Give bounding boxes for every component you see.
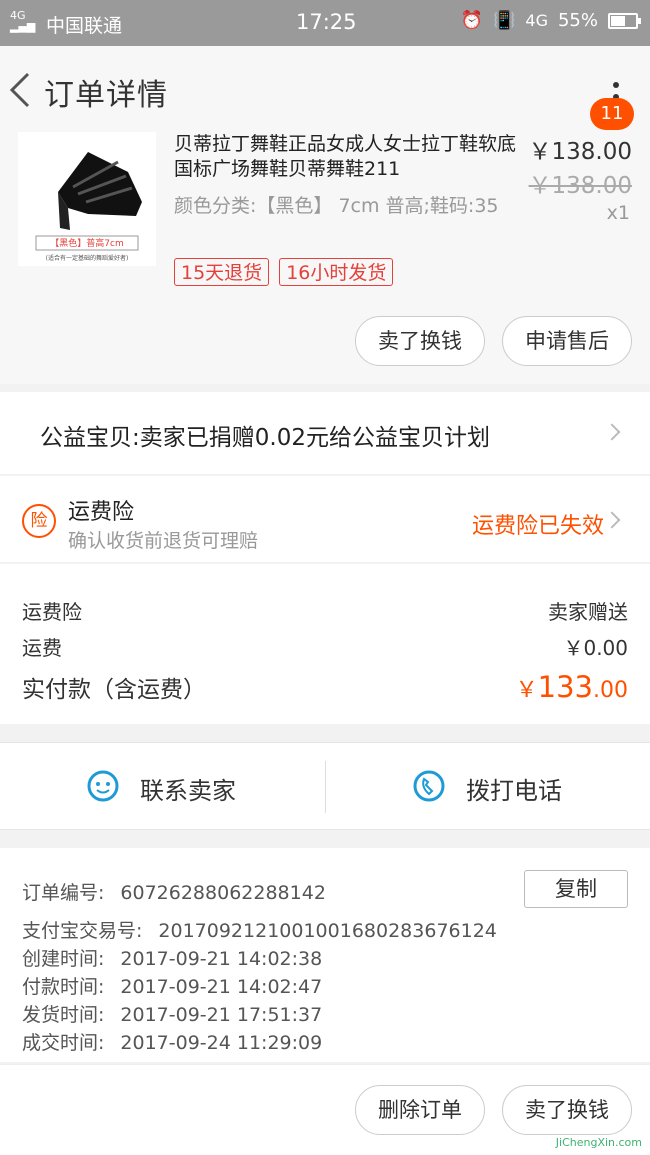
fee-row-insurance: 运费险 卖家赠送 <box>22 596 628 625</box>
fee-label: 运费险 <box>22 600 82 624</box>
info-paid-time: 付款时间: 2017-09-21 14:02:47 <box>22 976 323 998</box>
clock: 17:25 <box>296 10 357 34</box>
order-info: 订单编号: 60726288062288142 复制 支付宝交易号: 2017092… <box>0 848 650 1062</box>
chat-face-icon <box>87 770 119 802</box>
chevron-right-icon <box>603 423 621 441</box>
fee-summary: 运费险 卖家赠送 运费 ￥0.00 实付款（含运费） ￥133.00 <box>0 564 650 724</box>
product-quantity: x1 <box>606 202 630 224</box>
bottom-actions: 删除订单 卖了换钱 JiChengXin.com <box>0 1064 650 1155</box>
insurance-status: 运费险已失效 <box>471 514 604 539</box>
product-card: 【黑色】普高7cm (适合有一定基础的舞蹈爱好者) 贝蒂拉丁舞鞋正品女成人女士拉… <box>0 132 650 384</box>
service-tags: 15天退货 16小时发货 <box>174 258 394 286</box>
charity-row[interactable]: 公益宝贝:卖家已捐赠0.02元给公益宝贝计划 <box>0 392 650 474</box>
insurance-title: 运费险 <box>68 500 135 525</box>
shipping-insurance-row[interactable]: 险 运费险 确认收货前退货可理赔 运费险已失效 <box>0 476 650 562</box>
carrier-name: 中国联通 <box>46 15 123 37</box>
product-image[interactable]: 【黑色】普高7cm (适合有一定基础的舞蹈爱好者) <box>18 132 156 266</box>
watermark: JiChengXin.com <box>555 1136 642 1149</box>
total-amount: ￥133.00 <box>515 670 628 704</box>
status-right: ⏰ 📳 4G 55% <box>460 10 641 31</box>
contact-seller-label: 联系卖家 <box>140 777 236 805</box>
total-label: 实付款（含运费） <box>22 677 206 703</box>
battery-percent: 55% <box>557 10 598 31</box>
product-price: ￥138.00 <box>528 139 632 165</box>
data-type: 4G <box>525 11 548 30</box>
product-attributes: 颜色分类:【黑色】 7cm 普高;鞋码:35 <box>174 195 499 217</box>
info-order-number: 订单编号: 60726288062288142 <box>22 882 326 904</box>
fee-label: 运费 <box>22 636 62 660</box>
original-price: ￥138.00 <box>528 173 632 199</box>
page-title: 订单详情 <box>44 78 168 113</box>
insurance-subtitle: 确认收货前退货可理赔 <box>68 530 259 552</box>
info-completed-time: 成交时间: 2017-09-24 11:29:09 <box>22 1032 323 1054</box>
sell-button[interactable]: 卖了换钱 <box>355 316 485 366</box>
message-count-badge[interactable]: 11 <box>590 98 634 130</box>
product-title[interactable]: 贝蒂拉丁舞鞋正品女成人女士拉丁鞋软底国标广场舞鞋贝蒂舞鞋211 <box>174 132 526 182</box>
chevron-right-icon <box>603 511 621 529</box>
call-phone-label: 拨打电话 <box>466 777 562 805</box>
delete-order-button[interactable]: 删除订单 <box>355 1085 485 1135</box>
contact-bar: 联系卖家 拨打电话 <box>0 742 650 830</box>
image-note: (适合有一定基础的舞蹈爱好者) <box>46 254 129 262</box>
insurance-icon: 险 <box>22 504 56 538</box>
image-caption: 【黑色】普高7cm <box>50 237 123 249</box>
charity-text: 公益宝贝:卖家已捐赠0.02元给公益宝贝计划 <box>40 425 490 451</box>
fee-row-shipping: 运费 ￥0.00 <box>22 632 628 661</box>
info-created-time: 创建时间: 2017-09-21 14:02:38 <box>22 948 323 970</box>
call-phone-button[interactable]: 拨打电话 <box>326 743 650 831</box>
aftersale-button[interactable]: 申请售后 <box>502 316 632 366</box>
fee-row-total: 实付款（含运费） ￥133.00 <box>22 670 628 704</box>
contact-seller-button[interactable]: 联系卖家 <box>0 743 325 831</box>
copy-button[interactable]: 复制 <box>524 870 628 908</box>
status-bar: 4G ▂▄▆ 中国联通 17:25 ⏰ 📳 4G 55% <box>0 0 650 46</box>
vibrate-icon: 📳 <box>492 10 516 31</box>
tag-return: 15天退货 <box>174 258 270 286</box>
nav-bar: 订单详情 11 <box>0 46 650 132</box>
tag-shipping: 16小时发货 <box>279 258 394 286</box>
signal-icon: 4G ▂▄▆ <box>10 9 36 33</box>
battery-icon <box>608 12 641 29</box>
shoe-image-icon: 【黑色】普高7cm (适合有一定基础的舞蹈爱好者) <box>18 132 156 266</box>
alarm-icon: ⏰ <box>460 10 483 31</box>
fee-value: 卖家赠送 <box>548 600 628 624</box>
fee-value: ￥0.00 <box>563 636 628 660</box>
back-arrow-icon[interactable] <box>6 68 36 112</box>
info-alipay-number: 支付宝交易号: 2017092121001001680283676124 <box>22 920 497 942</box>
info-shipped-time: 发货时间: 2017-09-21 17:51:37 <box>22 1004 323 1026</box>
sell-button-bottom[interactable]: 卖了换钱 <box>502 1085 632 1135</box>
phone-icon <box>413 770 445 802</box>
